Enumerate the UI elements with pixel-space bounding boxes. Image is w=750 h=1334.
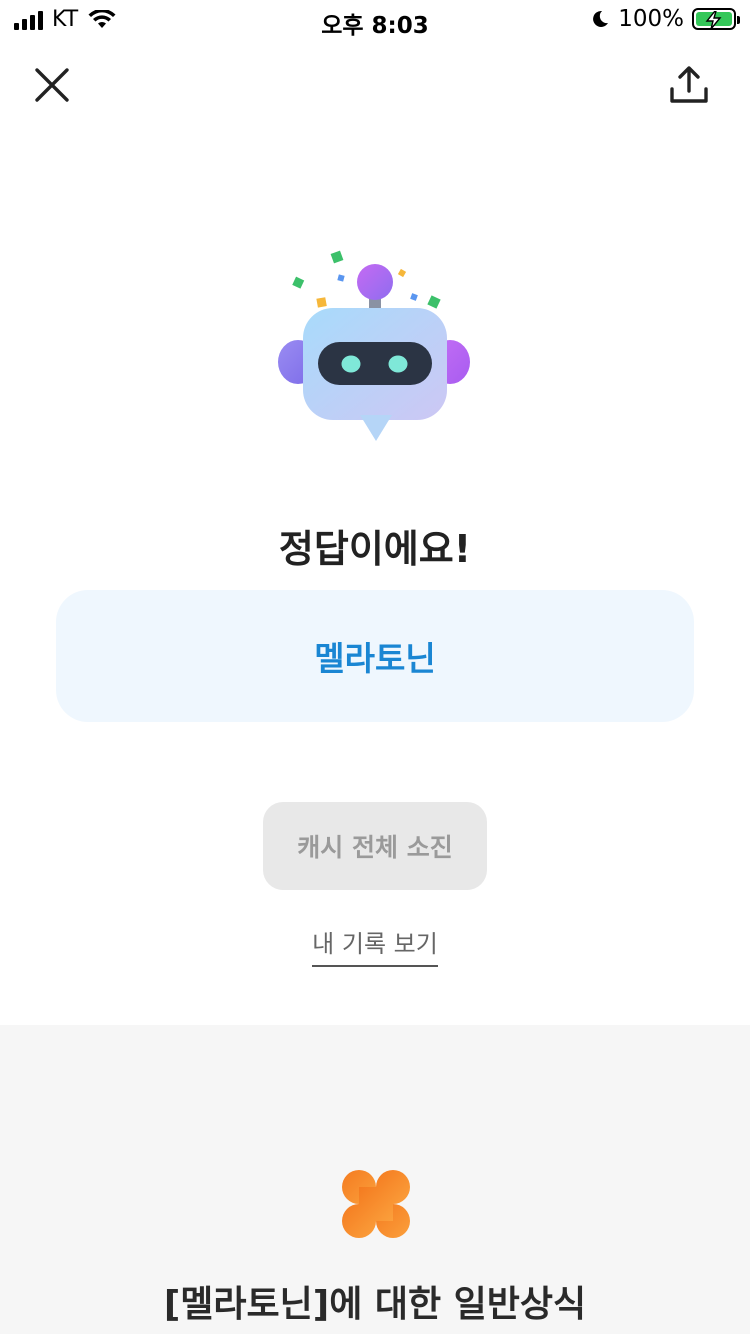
cash-exhausted-button[interactable]: 캐시 전체 소진	[263, 802, 487, 890]
battery-icon	[692, 8, 740, 30]
status-right: 100%	[590, 6, 740, 32]
history-link-row: 내 기록 보기	[0, 924, 750, 967]
cash-button-label: 캐시 전체 소진	[297, 833, 453, 862]
status-bar: KT 오후 8:03 100%	[0, 0, 750, 40]
answer-box: 멜라토닌	[56, 590, 694, 722]
answer-text: 멜라토닌	[314, 639, 436, 678]
share-upload-icon	[670, 66, 708, 103]
info-section: [멜라토닌]에 대한 일반상식	[0, 1025, 750, 1334]
info-title: [멜라토닌]에 대한 일반상식	[163, 1284, 587, 1325]
view-my-history-link[interactable]: 내 기록 보기	[312, 924, 438, 967]
clover-icon	[342, 1170, 410, 1238]
battery-percent: 100%	[618, 6, 684, 32]
share-button[interactable]	[664, 60, 714, 110]
moon-icon	[593, 10, 609, 27]
close-button[interactable]	[27, 60, 77, 110]
page: KT 오후 8:03 100% 정답이에요! 멜라토닌 캐시 전체 소진 내 기…	[0, 0, 750, 1334]
robot-illustration	[278, 250, 470, 441]
close-icon	[35, 68, 69, 102]
result-title: 정답이에요!	[278, 527, 472, 571]
